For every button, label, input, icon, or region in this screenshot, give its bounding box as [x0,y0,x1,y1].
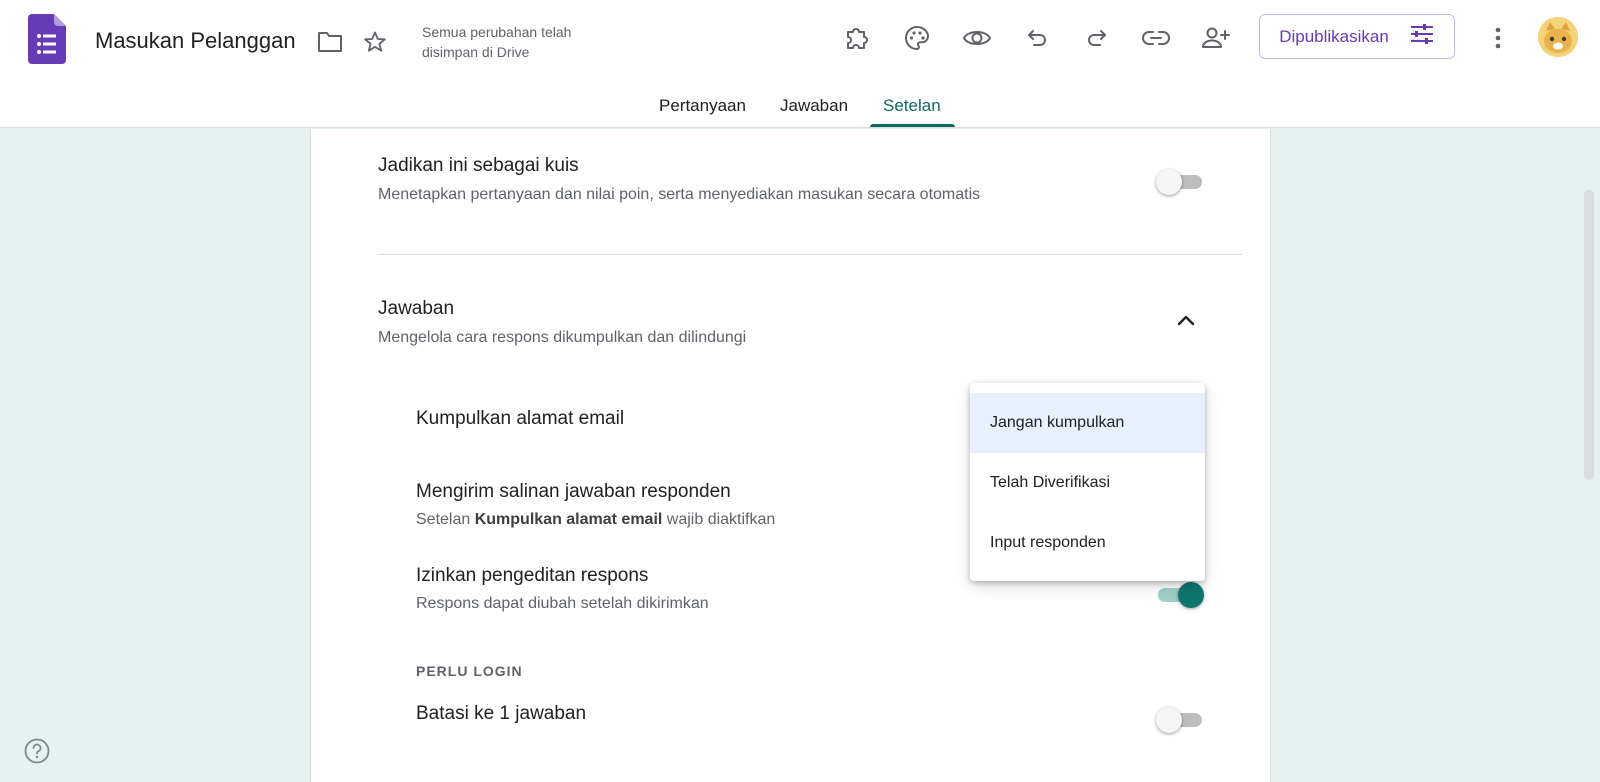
active-tab-indicator [870,124,955,127]
undo-icon[interactable] [1017,18,1057,58]
limit-one-title: Batasi ke 1 jawaban [416,703,587,724]
quiz-setting-title: Jadikan ini sebagai kuis [378,155,579,176]
puzzle-icon[interactable] [837,18,877,58]
help-icon[interactable] [24,738,50,764]
send-copy-title: Mengirim salinan jawaban responden [416,481,731,502]
folder-icon[interactable] [315,27,345,57]
allow-edit-title: Izinkan pengeditan respons [416,565,649,586]
chevron-up-icon[interactable] [1171,305,1201,335]
send-copy-desc: Setelan Kumpulkan alamat email wajib dia… [416,511,775,529]
avatar[interactable] [1538,17,1578,57]
save-status-line1: Semua perubahan telah [422,24,572,40]
tab-settings[interactable]: Setelan [883,96,941,116]
collect-email-title: Kumpulkan alamat email [416,408,625,429]
quiz-setting-desc: Menetapkan pertanyaan dan nilai poin, se… [378,186,981,203]
star-icon[interactable] [360,27,390,57]
allow-edit-toggle[interactable] [1156,582,1204,608]
published-button[interactable]: Dipublikasikan [1259,14,1455,59]
login-required-label: PERLU LOGIN [416,663,523,679]
collect-email-menu: Jangan kumpulkan Telah Diverifikasi Inpu… [970,383,1205,581]
eye-icon[interactable] [957,18,997,58]
responses-section-title: Jawaban [378,298,455,319]
toggle-thumb [1178,582,1204,608]
allow-edit-desc: Respons dapat diubah setelah dikirimkan [416,595,709,612]
tab-questions[interactable]: Pertanyaan [659,96,746,116]
more-vert-icon[interactable] [1478,18,1518,58]
form-tabs: Pertanyaan Jawaban Setelan [0,88,1600,128]
send-copy-desc-bold: Kumpulkan alamat email [474,511,663,528]
redo-icon[interactable] [1077,18,1117,58]
save-status: Semua perubahan telah disimpan di Drive [422,22,612,62]
menu-item-responder-input[interactable]: Input responden [970,513,1205,573]
divider [378,254,1243,255]
quiz-toggle[interactable] [1156,169,1204,195]
save-status-line2: disimpan di Drive [422,44,530,60]
person-add-icon[interactable] [1196,18,1236,58]
menu-item-dont-collect[interactable]: Jangan kumpulkan [970,393,1205,453]
page-scrollbar[interactable] [1584,190,1594,480]
link-icon[interactable] [1136,18,1176,58]
google-forms-logo[interactable] [28,14,66,64]
tune-icon [1409,23,1435,50]
send-copy-desc-prefix: Setelan [416,511,471,528]
app-header: Masukan Pelanggan Semua perubahan telah … [0,0,1600,128]
toggle-thumb [1156,169,1182,195]
palette-icon[interactable] [897,18,937,58]
published-label: Dipublikasikan [1279,26,1389,46]
menu-item-verified[interactable]: Telah Diverifikasi [970,453,1205,513]
form-title[interactable]: Masukan Pelanggan [95,28,296,54]
toggle-thumb [1156,707,1182,733]
limit-one-toggle[interactable] [1156,707,1204,733]
send-copy-desc-suffix: wajib diaktifkan [666,511,776,528]
tab-responses[interactable]: Jawaban [780,96,848,116]
responses-section-desc: Mengelola cara respons dikumpulkan dan d… [378,329,747,346]
